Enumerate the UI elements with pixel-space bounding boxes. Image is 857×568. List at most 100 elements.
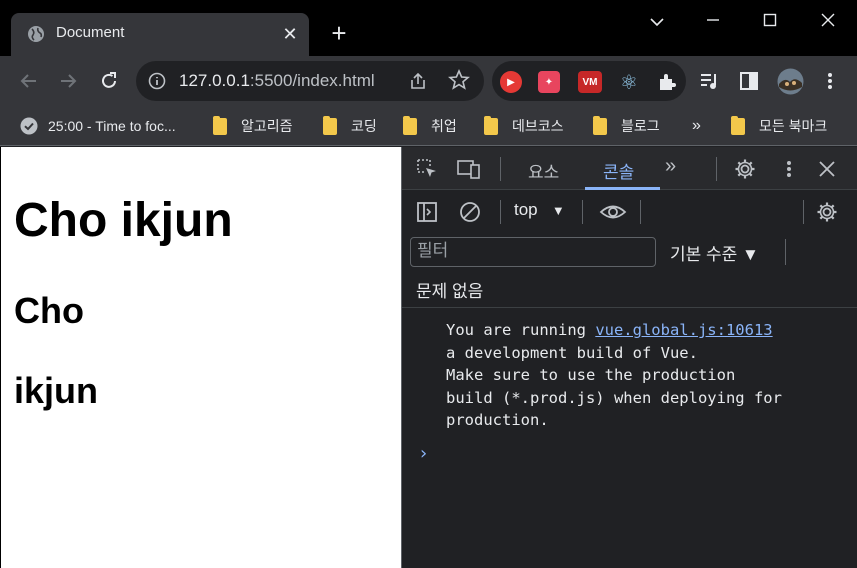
folder-icon xyxy=(323,115,337,135)
more-options-icon[interactable] xyxy=(819,70,841,92)
tab-search-icon[interactable] xyxy=(642,8,672,34)
bookmark-label: 블로그 xyxy=(621,118,660,134)
page-heading-3: ikjun xyxy=(14,370,99,411)
extensions-area: ▶ ✦ VM ⚛ xyxy=(492,61,686,101)
browser-toolbar: 127.0.0.1:5500/index.html ▶ ✦ VM ⚛ xyxy=(0,56,857,106)
globe-icon xyxy=(28,26,44,42)
bookmark-pomodoro[interactable]: 25:00 - Time to foc... xyxy=(20,116,176,136)
page-viewport: Cho ikjun Cho ikjun xyxy=(0,147,401,568)
separator xyxy=(500,157,501,181)
close-window-button[interactable] xyxy=(813,8,843,34)
message-text: You are running xyxy=(446,321,596,339)
active-tab-indicator xyxy=(585,187,660,190)
tab-strip: Document ✕ + xyxy=(0,0,857,56)
media-controls-icon[interactable] xyxy=(699,70,721,92)
react-devtools-icon[interactable]: ⚛ xyxy=(618,71,640,94)
devtools-menu-icon[interactable] xyxy=(777,157,801,181)
separator xyxy=(640,200,641,224)
gear-icon xyxy=(817,202,837,222)
inspect-icon xyxy=(417,159,436,177)
maximize-icon xyxy=(763,13,777,27)
tab-elements[interactable]: 요소 xyxy=(528,158,559,183)
tab-console[interactable]: 콘솔 xyxy=(603,158,634,183)
tab-document[interactable]: Document ✕ xyxy=(11,13,309,56)
console-message: You are running vue.global.js:10613 a de… xyxy=(446,319,782,432)
bookmarks-bar: 25:00 - Time to foc... 알고리즘 코딩 취업 데브코스 블… xyxy=(0,106,857,146)
url-path: :5500/index.html xyxy=(249,71,375,90)
more-tabs-button[interactable]: » xyxy=(665,155,676,178)
url-text[interactable]: 127.0.0.1:5500/index.html xyxy=(179,71,375,91)
tab-close-icon[interactable]: ✕ xyxy=(279,23,301,45)
sparkle-extension-icon[interactable]: ✦ xyxy=(538,71,560,93)
devtools-tab-bar: 요소 콘솔 » xyxy=(402,147,857,190)
live-expression-icon[interactable] xyxy=(599,200,627,224)
source-link[interactable]: vue.global.js:10613 xyxy=(595,321,772,339)
console-divider xyxy=(402,307,857,308)
kebab-icon xyxy=(787,161,791,177)
message-text: build (*.prod.js) when deploying for xyxy=(446,388,782,407)
sidebar-icon xyxy=(417,202,437,222)
dropdown-arrow-icon: ▼ xyxy=(551,203,565,218)
reload-icon xyxy=(102,72,116,88)
minimize-icon xyxy=(707,19,719,21)
close-icon xyxy=(821,13,835,27)
block-icon xyxy=(460,202,480,222)
bookmark-label: 모든 북마크 xyxy=(759,118,828,134)
folder-icon xyxy=(593,115,607,135)
bookmark-folder-devcourse[interactable]: 데브코스 xyxy=(484,115,564,136)
folder-icon xyxy=(213,115,227,135)
check-circle-icon xyxy=(20,117,38,135)
tab-title: Document xyxy=(56,24,125,41)
device-icon xyxy=(457,160,480,179)
forward-button[interactable] xyxy=(55,68,81,94)
page-heading-1: Cho ikjun xyxy=(14,194,233,247)
devtools-settings-icon[interactable] xyxy=(733,157,757,181)
close-devtools-icon[interactable] xyxy=(815,157,839,181)
youtube-extension-icon[interactable]: ▶ xyxy=(500,71,522,93)
page-heading-2: Cho xyxy=(14,290,84,331)
bookmark-label: 데브코스 xyxy=(512,118,564,134)
profile-avatar[interactable] xyxy=(777,68,804,95)
minimize-button[interactable] xyxy=(698,8,728,34)
extensions-puzzle-icon[interactable] xyxy=(656,71,678,93)
side-panel-icon[interactable] xyxy=(738,70,760,92)
sidebar-toggle-icon[interactable] xyxy=(415,200,439,224)
bookmark-star-icon[interactable] xyxy=(448,69,470,91)
bookmark-label: 25:00 - Time to foc... xyxy=(48,118,176,134)
console-toolbar: top ▼ xyxy=(402,191,857,233)
console-prompt-icon[interactable]: › xyxy=(418,443,429,464)
filter-input[interactable] xyxy=(411,238,655,264)
context-selector[interactable]: top ▼ xyxy=(514,200,565,220)
reload-button[interactable] xyxy=(96,68,122,94)
url-host: 127.0.0.1 xyxy=(179,71,250,90)
address-bar[interactable]: 127.0.0.1:5500/index.html xyxy=(136,61,484,101)
maximize-button[interactable] xyxy=(755,8,785,34)
puzzle-icon xyxy=(660,74,676,90)
folder-icon xyxy=(731,115,745,135)
gear-icon xyxy=(735,159,755,179)
context-label: top xyxy=(514,200,538,219)
share-icon[interactable] xyxy=(408,71,428,91)
bookmark-folder-algorithm[interactable]: 알고리즘 xyxy=(213,115,293,136)
bookmark-folder-all[interactable]: 모든 북마크 xyxy=(731,115,828,136)
console-filter-field[interactable] xyxy=(410,237,656,267)
device-toolbar-icon[interactable] xyxy=(457,157,481,181)
back-button[interactable] xyxy=(16,68,42,94)
browser-window: Document ✕ + 127.0.0.1:5500/index.html ▶… xyxy=(0,0,857,568)
bookmark-folder-job[interactable]: 취업 xyxy=(403,115,457,136)
bookmark-label: 취업 xyxy=(431,118,457,134)
bookmarks-overflow-button[interactable]: » xyxy=(692,116,701,136)
vm-extension-icon[interactable]: VM xyxy=(578,71,602,93)
bookmark-folder-blog[interactable]: 블로그 xyxy=(593,115,660,136)
issues-status: 문제 없음 xyxy=(416,282,484,301)
clear-console-icon[interactable] xyxy=(458,200,482,224)
info-icon[interactable] xyxy=(148,72,166,90)
separator xyxy=(582,200,583,224)
devtools-panel: 요소 콘솔 » top ▼ 필터 기본 수준 ▼ 문제 없음 You are r… xyxy=(401,147,857,568)
console-settings-icon[interactable] xyxy=(815,200,839,224)
separator xyxy=(716,157,717,181)
log-levels-dropdown[interactable]: 기본 수준 ▼ xyxy=(670,240,759,265)
bookmark-folder-coding[interactable]: 코딩 xyxy=(323,115,377,136)
inspect-element-icon[interactable] xyxy=(415,157,439,181)
new-tab-button[interactable]: + xyxy=(326,20,352,46)
